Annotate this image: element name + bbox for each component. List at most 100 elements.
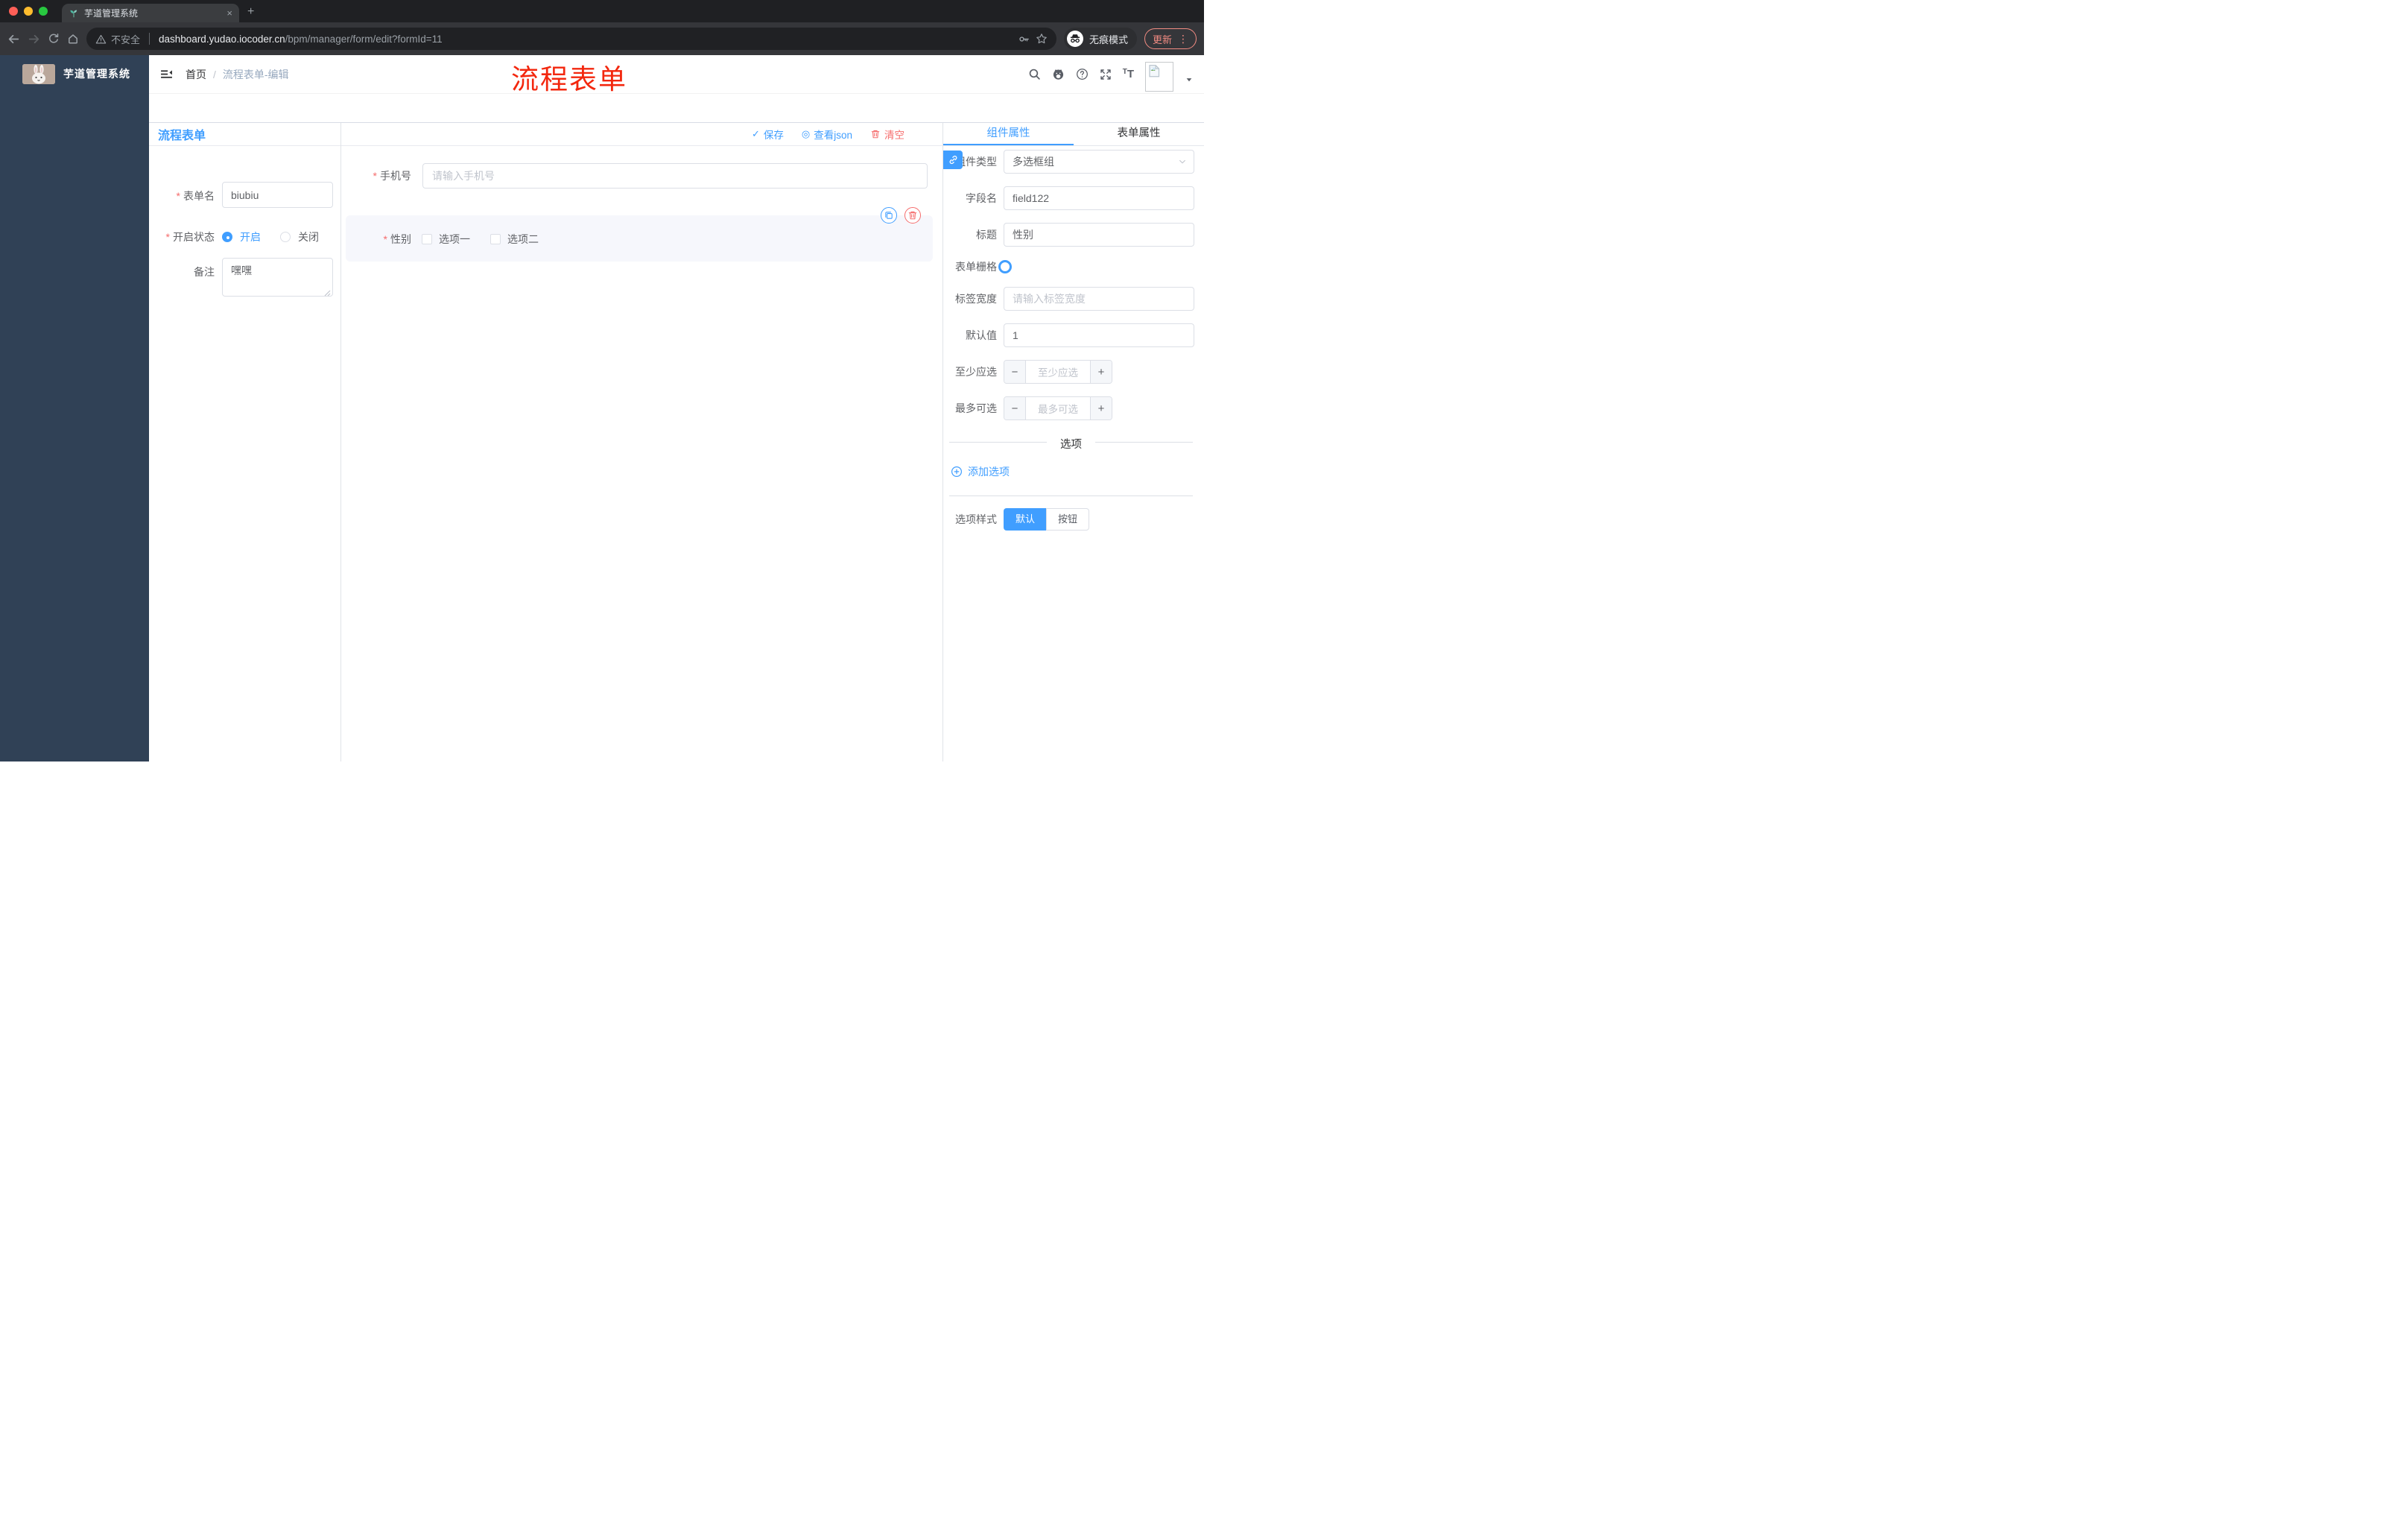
minus-button[interactable]: −	[1004, 397, 1026, 419]
form-name-row: 表单名	[156, 182, 333, 208]
tab-form-props[interactable]: 表单属性	[1074, 123, 1204, 145]
properties-body: 组件类型 字段名 标题 表单栅格	[943, 146, 1204, 531]
sidebar-logo[interactable]: 芋道管理系统	[0, 55, 149, 92]
address-bar[interactable]: 不安全 dashboard.yudao.iocoder.cn/bpm/manag…	[86, 28, 1056, 50]
clear-button[interactable]: 清空	[870, 127, 904, 142]
properties-tabs: 组件属性 表单属性	[943, 123, 1204, 146]
label-width-row: 标签宽度	[948, 287, 1194, 311]
section-divider	[949, 495, 1193, 496]
component-palette: 流程表单 表单名 开启状态 开启 关闭	[149, 123, 341, 762]
url-text[interactable]: dashboard.yudao.iocoder.cn/bpm/manager/f…	[159, 34, 1013, 45]
gender-option2-checkbox[interactable]	[490, 234, 501, 244]
option-style-segment: 默认 按钮	[1004, 508, 1090, 531]
check-icon: ✓	[751, 128, 760, 139]
style-button-button[interactable]: 按钮	[1046, 508, 1090, 531]
status-off-radio[interactable]	[280, 232, 291, 242]
form-name-input[interactable]	[222, 182, 333, 208]
title-input[interactable]	[1004, 223, 1194, 247]
browser-toolbar: 不安全 dashboard.yudao.iocoder.cn/bpm/manag…	[0, 22, 1204, 55]
title-row: 标题	[948, 223, 1194, 247]
save-button[interactable]: ✓ 保存	[752, 127, 784, 142]
security-chip[interactable]: 不安全	[95, 32, 140, 46]
view-icon: ◎	[801, 128, 811, 139]
reload-icon[interactable]	[48, 33, 60, 45]
security-label: 不安全	[111, 34, 141, 45]
min-select-row: 至少应选 − 至少应选 +	[948, 360, 1194, 384]
window-controls[interactable]	[9, 7, 48, 16]
textarea-resize-grip[interactable]	[324, 290, 331, 297]
search-icon[interactable]	[1028, 68, 1041, 80]
browser-menu-icon[interactable]: ⋮	[1178, 33, 1188, 45]
phone-field-label: 手机号	[341, 168, 411, 183]
link-icon[interactable]	[943, 151, 963, 169]
help-icon[interactable]	[1076, 68, 1089, 80]
close-window-button[interactable]	[9, 7, 18, 16]
gender-field-selected[interactable]: 性别 选项一 选项二	[346, 207, 933, 262]
minus-button[interactable]: −	[1004, 361, 1026, 383]
status-off-label[interactable]: 关闭	[298, 229, 319, 244]
plus-button[interactable]: +	[1090, 361, 1112, 383]
max-select-stepper: − 最多可选 +	[1004, 396, 1112, 420]
hamburger-icon[interactable]	[160, 68, 173, 80]
avatar-caret-down-icon[interactable]	[1185, 75, 1194, 84]
status-on-label[interactable]: 开启	[240, 229, 261, 244]
form-status-row: 开启状态 开启 关闭	[156, 224, 333, 244]
gender-option1-checkbox[interactable]	[422, 234, 432, 244]
phone-field-input[interactable]: 请输入手机号	[422, 163, 928, 189]
browser-tab[interactable]: 芋道管理系统 ×	[62, 4, 239, 22]
minimize-window-button[interactable]	[24, 7, 33, 16]
bookmark-star-icon[interactable]	[1036, 33, 1048, 45]
delete-component-button[interactable]	[904, 207, 921, 224]
github-icon[interactable]	[1052, 68, 1065, 80]
label-width-label: 标签宽度	[955, 293, 997, 305]
browser-update-button[interactable]: 更新 ⋮	[1144, 28, 1197, 49]
key-icon[interactable]	[1018, 34, 1030, 45]
default-value-input[interactable]	[1004, 323, 1194, 347]
gender-option2-label[interactable]: 选项二	[507, 232, 539, 247]
component-type-select[interactable]	[1004, 150, 1194, 174]
tags-view	[149, 93, 1204, 123]
back-icon[interactable]	[7, 33, 20, 45]
option-style-label: 选项样式	[955, 513, 997, 525]
warning-icon	[95, 34, 107, 45]
form-name-label: 表单名	[156, 182, 215, 208]
status-on-radio[interactable]	[222, 232, 232, 242]
view-json-button[interactable]: ◎ 查看json	[802, 127, 852, 142]
form-grid-row: 表单栅格	[948, 259, 1194, 274]
font-size-icon[interactable]: TT	[1123, 68, 1134, 80]
copy-component-button[interactable]	[881, 207, 897, 224]
tab-close-icon[interactable]: ×	[226, 8, 232, 18]
slider-handle[interactable]	[998, 259, 1012, 273]
sidebar: 芋道管理系统	[0, 55, 149, 762]
phone-field-row[interactable]: 手机号 请输入手机号	[341, 163, 942, 189]
max-select-value[interactable]: 最多可选	[1026, 397, 1090, 419]
field-name-row: 字段名	[948, 186, 1194, 210]
breadcrumb-home[interactable]: 首页	[186, 67, 206, 82]
fullscreen-icon[interactable]	[1100, 69, 1112, 80]
field-name-input[interactable]	[1004, 186, 1194, 210]
home-icon[interactable]	[67, 33, 79, 45]
min-select-stepper: − 至少应选 +	[1004, 360, 1112, 384]
form-remark-label: 备注	[194, 266, 215, 278]
plus-button[interactable]: +	[1090, 397, 1112, 419]
min-select-value[interactable]: 至少应选	[1026, 361, 1090, 383]
incognito-label: 无痕模式	[1089, 34, 1128, 45]
gender-option1-label[interactable]: 选项一	[439, 232, 470, 247]
title-label: 标题	[976, 229, 997, 241]
avatar[interactable]	[1145, 62, 1173, 92]
palette-title: 流程表单	[149, 123, 340, 146]
form-remark-textarea[interactable]: 嘿嘿	[222, 258, 333, 297]
label-width-input[interactable]	[1004, 287, 1194, 311]
add-option-button[interactable]: 添加选项	[951, 464, 1194, 479]
new-tab-button[interactable]: +	[247, 6, 254, 18]
options-divider: 选项	[948, 436, 1194, 451]
main-area: 流程表单 表单名 开启状态 开启 关闭	[149, 123, 1204, 762]
forward-icon[interactable]	[28, 33, 40, 45]
zoom-window-button[interactable]	[39, 7, 48, 16]
app-title: 芋道管理系统	[63, 68, 130, 80]
form-grid-label: 表单栅格	[955, 261, 997, 273]
style-default-button[interactable]: 默认	[1004, 508, 1047, 531]
gender-field-label: 性别	[346, 232, 411, 247]
max-select-row: 最多可选 − 最多可选 +	[948, 396, 1194, 420]
tab-component-props[interactable]: 组件属性	[943, 123, 1074, 145]
